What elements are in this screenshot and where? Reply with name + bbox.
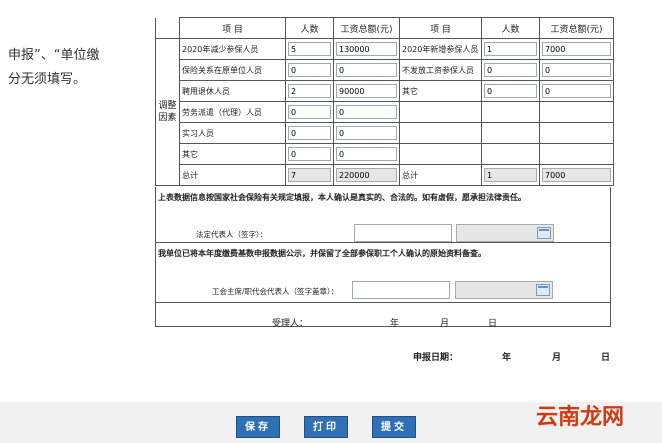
union-rep-date-field[interactable]	[455, 281, 553, 299]
count-input[interactable]	[288, 105, 331, 119]
total-count-field	[484, 168, 537, 182]
col-header-count-left: 人数	[285, 17, 334, 39]
receiver-label: 受理人：	[272, 319, 309, 329]
declaration-text-1: 上表数据信息按国家社会保险有关规定填报，本人确认是真实的、合法的。如有虚假，愿承…	[158, 193, 526, 202]
report-date-day: 日	[601, 353, 611, 363]
row-label: 其它	[399, 80, 482, 102]
row-label: 2020年减少参保人员	[179, 38, 286, 60]
save-button[interactable]: 保存	[236, 416, 280, 438]
wage-input[interactable]	[542, 84, 611, 98]
table-header-row: 项 目 人数 工资总额(元) 项 目 人数 工资总额(元)	[155, 17, 614, 39]
count-input[interactable]	[288, 84, 331, 98]
union-rep-label: 工会主席/职代会代表人（签字盖章）：	[212, 287, 339, 296]
legal-rep-label: 法定代表人（签字）：	[196, 230, 268, 239]
count-input[interactable]	[288, 147, 331, 161]
print-button[interactable]: 打印	[304, 416, 348, 438]
wage-input[interactable]	[336, 126, 397, 140]
declaration-text-2: 我单位已将本年度缴费基数申报数据公示，并保留了全部参保职工个人确认的原始资料备查…	[158, 249, 486, 258]
total-wage-field	[336, 168, 397, 182]
adjustment-table: 项 目 人数 工资总额(元) 项 目 人数 工资总额(元) 调整 因素 2020…	[155, 17, 614, 186]
wage-input[interactable]	[336, 63, 397, 77]
receiver-block	[155, 303, 611, 327]
receiver-month: 月	[440, 319, 450, 329]
table-row: 保险关系在原单位人员 不发放工资参保人员	[156, 59, 614, 81]
adjust-factor-label: 调整 因素	[155, 38, 180, 186]
total-count-field	[288, 168, 331, 182]
table-row: 劳务派遣（代理）人员	[156, 101, 614, 123]
receiver-day: 日	[488, 319, 498, 329]
report-date-month: 月	[552, 353, 562, 363]
left-note-line-1: 申报”、“单位缴	[8, 48, 100, 63]
total-wage-field	[542, 168, 611, 182]
wage-input[interactable]	[336, 105, 397, 119]
count-input[interactable]	[484, 84, 537, 98]
table-row: 实习人员	[156, 122, 614, 144]
count-input[interactable]	[484, 42, 537, 56]
row-label: 保险关系在原单位人员	[179, 59, 286, 81]
table-row: 调整 因素 2020年减少参保人员 2020年新增参保人员	[155, 38, 614, 186]
wage-input[interactable]	[336, 84, 397, 98]
report-date-label: 申报日期：	[413, 353, 459, 363]
receiver-year: 年	[390, 319, 400, 329]
left-note: 申报”、“单位缴 分无须填写。	[8, 44, 99, 92]
left-note-line-2: 分无须填写。	[8, 72, 87, 87]
count-input[interactable]	[288, 63, 331, 77]
col-header-item-left: 项 目	[179, 17, 286, 39]
total-row: 总计 总计	[156, 164, 614, 186]
row-label: 2020年新增参保人员	[399, 38, 482, 60]
count-input[interactable]	[484, 63, 537, 77]
row-label: 其它	[179, 143, 286, 165]
report-date-year: 年	[502, 353, 512, 363]
count-input[interactable]	[288, 126, 331, 140]
legal-rep-date-field[interactable]	[456, 224, 554, 242]
total-label: 总计	[179, 164, 286, 186]
row-label: 不发放工资参保人员	[399, 59, 482, 81]
col-header-count-right: 人数	[481, 17, 540, 39]
col-header-wage-left: 工资总额(元)	[333, 17, 400, 39]
row-label: 实习人员	[179, 122, 286, 144]
union-rep-signature-input[interactable]	[352, 281, 450, 299]
table-row: 聘用退休人员 其它	[156, 80, 614, 102]
col-header-item-right: 项 目	[399, 17, 482, 39]
total-label: 总计	[399, 164, 482, 186]
count-input[interactable]	[288, 42, 331, 56]
wage-input[interactable]	[542, 42, 611, 56]
table-row: 其它	[156, 143, 614, 165]
watermark-logo: 云南龙网	[536, 405, 625, 430]
col-header-wage-right: 工资总额(元)	[539, 17, 614, 39]
row-label: 劳务派遣（代理）人员	[179, 101, 286, 123]
legal-rep-signature-input[interactable]	[354, 224, 452, 242]
calendar-icon[interactable]	[537, 227, 551, 239]
wage-input[interactable]	[542, 63, 611, 77]
wage-input[interactable]	[336, 42, 397, 56]
submit-button[interactable]: 提交	[372, 416, 416, 438]
calendar-icon[interactable]	[536, 284, 550, 296]
row-label: 聘用退休人员	[179, 80, 286, 102]
wage-input[interactable]	[336, 147, 397, 161]
